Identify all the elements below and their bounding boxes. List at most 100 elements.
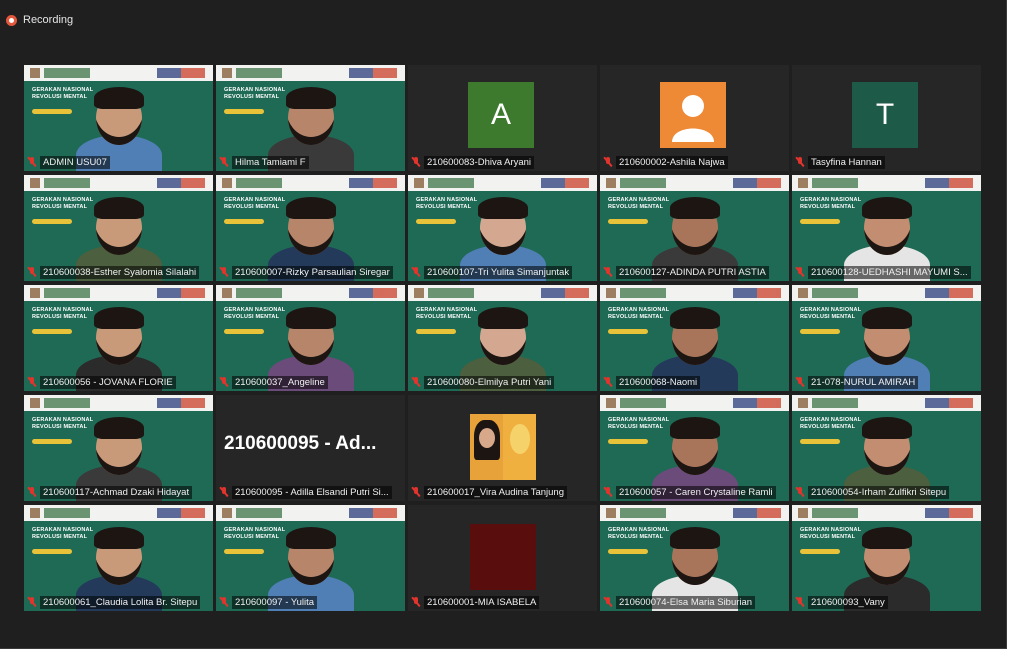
participant-name: 210600117-Achmad Dzaki Hidayat: [40, 485, 193, 499]
participant-tile[interactable]: GERAKAN NASIONAL REVOLUSI MENTAL 210600107…: [408, 175, 597, 281]
participant-name: 210600083-Dhiva Aryani: [424, 155, 535, 169]
participant-name: Tasyfina Hannan: [808, 155, 885, 169]
slide-tag: [224, 329, 264, 334]
participant-tile[interactable]: 210600001-MIA ISABELA: [408, 505, 597, 611]
participant-tile[interactable]: GERAKAN NASIONAL REVOLUSI MENTAL 210600038…: [24, 175, 213, 281]
mic-muted-icon: [28, 377, 36, 387]
slide-tag: [32, 439, 72, 444]
participant-tile[interactable]: GERAKAN NASIONAL REVOLUSI MENTAL 210600093…: [792, 505, 981, 611]
participant-tile[interactable]: GERAKAN NASIONAL REVOLUSI MENTAL 21-078-NU…: [792, 285, 981, 391]
participant-tile[interactable]: GERAKAN NASIONAL REVOLUSI MENTAL Hilma Tam…: [216, 65, 405, 171]
participant-name-display: 210600095 - Ad...: [224, 433, 377, 454]
mic-muted-icon: [604, 597, 612, 607]
participant-name: 210600093_Vany: [808, 595, 888, 609]
participant-tile[interactable]: GERAKAN NASIONAL REVOLUSI MENTAL 210600080…: [408, 285, 597, 391]
participant-name: ADMIN USU07: [40, 155, 110, 169]
slide-tag: [224, 109, 264, 114]
participant-tile[interactable]: GERAKAN NASIONAL REVOLUSI MENTAL 210600117…: [24, 395, 213, 501]
participant-name-label: 210600127-ADINDA PUTRI ASTIA: [604, 265, 785, 279]
slide-tag: [800, 329, 840, 334]
mic-muted-icon: [412, 267, 420, 277]
participant-name: 210600074-Elsa Maria Siburian: [616, 595, 756, 609]
participant-name: 210600017_Vira Audina Tanjung: [424, 485, 567, 499]
participant-name: 210600057 - Caren Crystaline Ramli: [616, 485, 776, 499]
slide-tag: [32, 329, 72, 334]
mic-muted-icon: [796, 487, 804, 497]
participant-tile[interactable]: GERAKAN NASIONAL REVOLUSI MENTAL 210600007…: [216, 175, 405, 281]
participant-name: 210600061_Claudia Lolita Br. Sitepu: [40, 595, 201, 609]
participant-name-label: 210600061_Claudia Lolita Br. Sitepu: [28, 595, 209, 609]
mic-muted-icon: [796, 157, 804, 167]
mic-muted-icon: [604, 267, 612, 277]
avatar: A: [468, 82, 534, 148]
participant-tile[interactable]: A 210600083-Dhiva Aryani: [408, 65, 597, 171]
participant-name: 210600056 - JOVANA FLORIE: [40, 375, 176, 389]
participant-tile[interactable]: GERAKAN NASIONAL REVOLUSI MENTAL 210600056…: [24, 285, 213, 391]
participant-tile[interactable]: GERAKAN NASIONAL REVOLUSI MENTAL 210600061…: [24, 505, 213, 611]
recording-label: Recording: [23, 14, 74, 26]
participant-tile[interactable]: 210600017_Vira Audina Tanjung: [408, 395, 597, 501]
slide-tag: [416, 329, 456, 334]
participant-name-label: 210600083-Dhiva Aryani: [412, 155, 593, 169]
slide-tag: [608, 549, 648, 554]
participant-name: 210600097 - Yulita: [232, 595, 318, 609]
participant-name-label: 210600128-UEDHASHI MAYUMI S...: [796, 265, 977, 279]
slide-tag: [32, 109, 72, 114]
mic-muted-icon: [220, 487, 228, 497]
participant-tile[interactable]: GERAKAN NASIONAL REVOLUSI MENTAL 210600054…: [792, 395, 981, 501]
participant-tile[interactable]: GERAKAN NASIONAL REVOLUSI MENTAL 210600037…: [216, 285, 405, 391]
mic-muted-icon: [412, 157, 420, 167]
mic-muted-icon: [28, 157, 36, 167]
slide-tag: [608, 329, 648, 334]
participant-name-label: 210600002-Ashila Najwa: [604, 155, 785, 169]
participant-name-label: 210600093_Vany: [796, 595, 977, 609]
avatar-person-icon: [660, 82, 726, 148]
mic-muted-icon: [412, 377, 420, 387]
participant-name: 210600107-Tri Yulita Simanjuntak: [424, 265, 573, 279]
participant-name-label: 210600038-Esther Syalomia Silalahi: [28, 265, 209, 279]
participant-name: 210600002-Ashila Najwa: [616, 155, 728, 169]
participant-video-dark: [470, 524, 536, 590]
participant-name-label: 210600068-Naomi: [604, 375, 785, 389]
participant-tile[interactable]: GERAKAN NASIONAL REVOLUSI MENTAL ADMIN USU…: [24, 65, 213, 171]
recording-indicator[interactable]: Recording: [6, 12, 73, 28]
mic-muted-icon: [28, 267, 36, 277]
participant-name: 210600068-Naomi: [616, 375, 701, 389]
mic-muted-icon: [220, 377, 228, 387]
participant-tile[interactable]: GERAKAN NASIONAL REVOLUSI MENTAL 210600074…: [600, 505, 789, 611]
participant-name-label: 210600117-Achmad Dzaki Hidayat: [28, 485, 209, 499]
participant-name: 210600080-Elmilya Putri Yani: [424, 375, 555, 389]
participant-name: 210600007-Rizky Parsaulian Siregar: [232, 265, 393, 279]
person-icon: [672, 95, 714, 142]
mic-muted-icon: [796, 267, 804, 277]
mic-muted-icon: [412, 597, 420, 607]
participant-name-label: 210600080-Elmilya Putri Yani: [412, 375, 593, 389]
slide-tag: [800, 439, 840, 444]
participant-tile[interactable]: 210600002-Ashila Najwa: [600, 65, 789, 171]
participant-name: 210600095 - Adilla Elsandi Putri Si...: [232, 485, 392, 499]
participant-video-small: [470, 414, 536, 480]
participant-tile[interactable]: GERAKAN NASIONAL REVOLUSI MENTAL 210600068…: [600, 285, 789, 391]
slide-tag: [608, 219, 648, 224]
participant-tile[interactable]: GERAKAN NASIONAL REVOLUSI MENTAL 210600097…: [216, 505, 405, 611]
participant-name-label: 210600056 - JOVANA FLORIE: [28, 375, 209, 389]
participant-tile[interactable]: GERAKAN NASIONAL REVOLUSI MENTAL 210600128…: [792, 175, 981, 281]
participant-name-label: 210600037_Angeline: [220, 375, 401, 389]
participant-tile[interactable]: 210600095 - Ad... 210600095 - Adilla Elsa…: [216, 395, 405, 501]
participant-name-label: Tasyfina Hannan: [796, 155, 977, 169]
slide-tag: [608, 439, 648, 444]
participant-name-label: Hilma Tamiami F: [220, 155, 401, 169]
mic-muted-icon: [604, 157, 612, 167]
mic-muted-icon: [412, 487, 420, 497]
participant-gallery: GERAKAN NASIONAL REVOLUSI MENTAL ADMIN USU…: [24, 65, 981, 613]
slide-tag: [800, 549, 840, 554]
participant-name-label: ADMIN USU07: [28, 155, 209, 169]
participant-name-label: 210600107-Tri Yulita Simanjuntak: [412, 265, 593, 279]
participant-tile[interactable]: GERAKAN NASIONAL REVOLUSI MENTAL 210600057…: [600, 395, 789, 501]
mic-muted-icon: [220, 597, 228, 607]
participant-name: Hilma Tamiami F: [232, 155, 309, 169]
participant-tile[interactable]: GERAKAN NASIONAL REVOLUSI MENTAL 210600127…: [600, 175, 789, 281]
participant-tile[interactable]: T Tasyfina Hannan: [792, 65, 981, 171]
mic-muted-icon: [220, 157, 228, 167]
participant-name: 210600128-UEDHASHI MAYUMI S...: [808, 265, 971, 279]
